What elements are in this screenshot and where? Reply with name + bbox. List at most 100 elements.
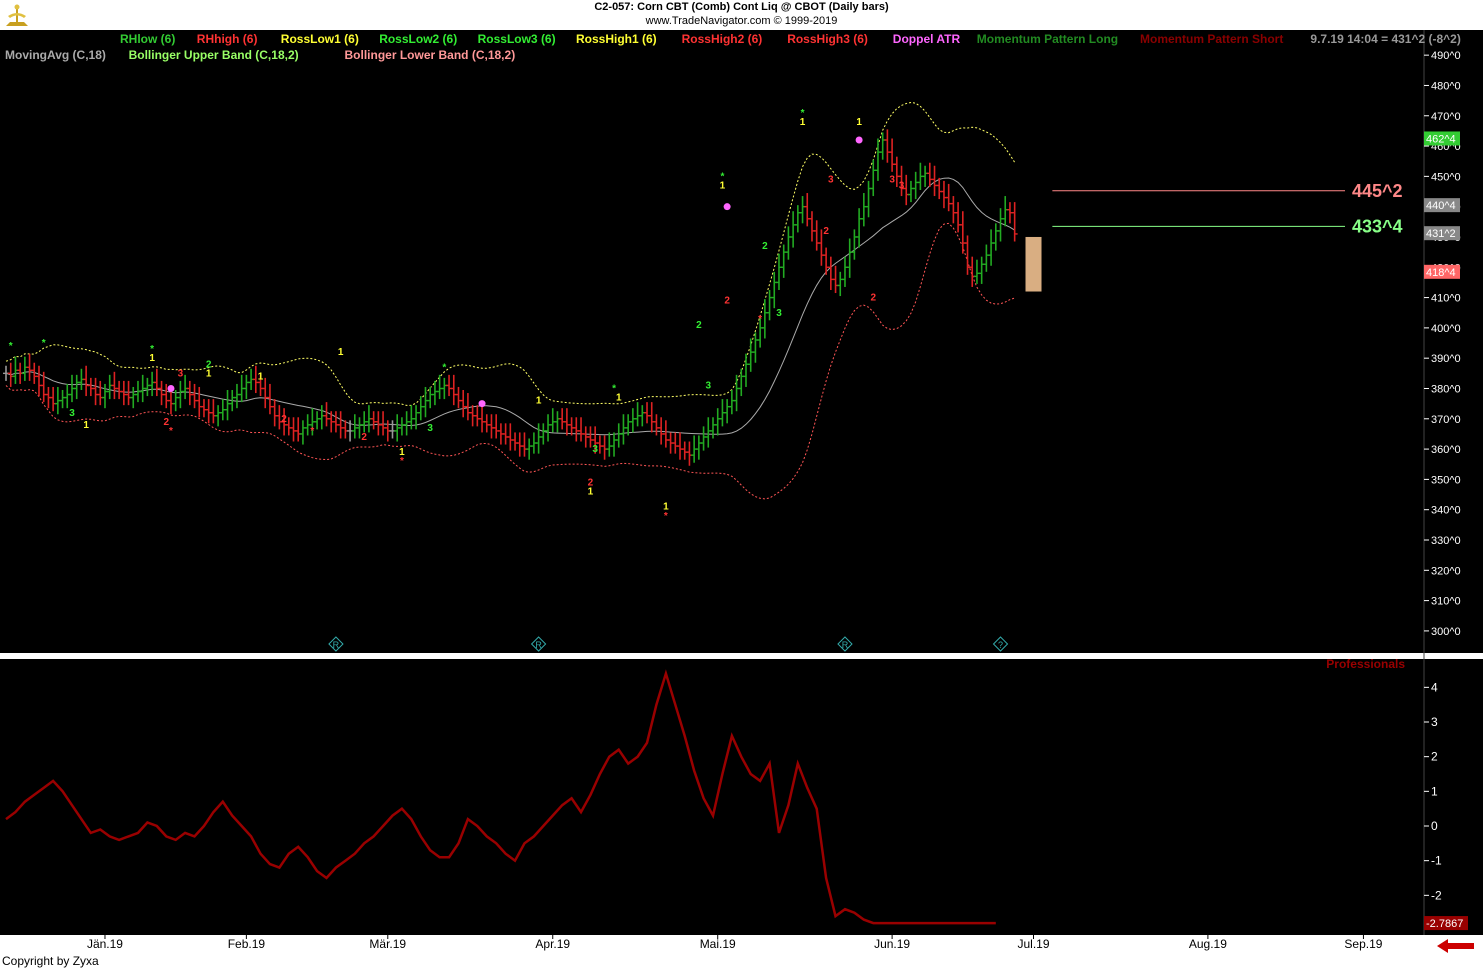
price-axis-label: 470^0 bbox=[1431, 111, 1461, 123]
legend-item: MovingAvg (C,18) bbox=[5, 48, 106, 62]
date-axis-label: Apr.19 bbox=[535, 937, 570, 951]
price-axis-label: 410^0 bbox=[1431, 293, 1461, 305]
price-axis-marker-label: 462^4 bbox=[1426, 133, 1456, 145]
event-icon-label: R bbox=[535, 640, 542, 650]
level-line-label: 433^4 bbox=[1352, 216, 1403, 236]
professionals-axis-label: 4 bbox=[1431, 680, 1438, 694]
legend-item: Bollinger Lower Band (C,18,2) bbox=[345, 48, 516, 62]
signal-marker: 3 bbox=[889, 174, 895, 185]
price-axis-marker-label: 440^4 bbox=[1426, 200, 1456, 212]
signal-marker: 2 bbox=[696, 320, 702, 331]
date-axis-label: Sep.19 bbox=[1344, 937, 1382, 951]
level-line-label: 445^2 bbox=[1352, 181, 1403, 201]
price-axis-label: 350^0 bbox=[1431, 474, 1461, 486]
signal-marker: 1 bbox=[338, 347, 344, 358]
copyright-text: Copyright by Zyxa bbox=[2, 954, 99, 968]
professionals-title: Professionals bbox=[1326, 657, 1405, 671]
professionals-axis-label: -2 bbox=[1431, 888, 1442, 902]
signal-marker: 2 bbox=[823, 226, 829, 237]
signal-marker: 1 bbox=[616, 393, 622, 404]
price-axis-label: 340^0 bbox=[1431, 505, 1461, 517]
date-axis-label: Aug.19 bbox=[1189, 937, 1227, 951]
professionals-axis-label: 1 bbox=[1431, 784, 1438, 798]
doppel-atr-dot bbox=[723, 203, 731, 211]
price-axis-marker-label: 418^4 bbox=[1426, 267, 1456, 279]
price-axis-label: 330^0 bbox=[1431, 535, 1461, 547]
price-axis-label: 450^0 bbox=[1431, 171, 1461, 183]
signal-marker: 1 bbox=[206, 368, 212, 379]
price-axis-label: 310^0 bbox=[1431, 596, 1461, 608]
signal-marker: * bbox=[442, 362, 446, 373]
legend-item: RossLow2 (6) bbox=[379, 32, 457, 46]
legend-item: 9.7.19 14:04 = 431^2 (-8^2) bbox=[1310, 32, 1460, 46]
price-axis-label: 480^0 bbox=[1431, 80, 1461, 92]
price-axis-label: 320^0 bbox=[1431, 565, 1461, 577]
momentum-pattern-short-box bbox=[1025, 236, 1042, 292]
price-axis-label: 360^0 bbox=[1431, 444, 1461, 456]
price-axis-marker-label: 431^2 bbox=[1426, 228, 1456, 240]
professionals-panel-bg bbox=[0, 659, 1424, 935]
legend-item: RossLow1 (6) bbox=[281, 32, 359, 46]
signal-marker: * bbox=[310, 426, 314, 437]
date-axis-label: Jul.19 bbox=[1017, 937, 1049, 951]
panel-separator bbox=[0, 653, 1483, 659]
date-axis-bg bbox=[0, 935, 1483, 954]
price-axis-label: 380^0 bbox=[1431, 383, 1461, 395]
signal-marker: * bbox=[400, 456, 404, 467]
signal-marker: 1 bbox=[588, 487, 594, 498]
professionals-last-value: -2.7867 bbox=[1426, 918, 1463, 930]
professionals-axis-label: 3 bbox=[1431, 715, 1438, 729]
signal-marker: 3 bbox=[69, 408, 75, 419]
signal-marker: 3 bbox=[828, 174, 834, 185]
doppel-atr-dot bbox=[855, 136, 863, 144]
event-icon-label: ? bbox=[998, 640, 1003, 650]
legend-item: Doppel ATR bbox=[893, 32, 961, 46]
legend-item: RossHigh1 (6) bbox=[576, 32, 657, 46]
signal-marker: * bbox=[758, 314, 762, 325]
signal-marker: 1 bbox=[258, 371, 264, 382]
legend-item: Momentum Pattern Long bbox=[977, 32, 1118, 46]
signal-marker: 3 bbox=[178, 368, 184, 379]
signal-marker: 2 bbox=[762, 241, 768, 252]
signal-marker: 3 bbox=[776, 308, 782, 319]
price-axis-label: 490^0 bbox=[1431, 50, 1461, 62]
professionals-axis-label: -1 bbox=[1431, 854, 1442, 868]
signal-marker: 3 bbox=[899, 180, 905, 191]
chart-header: C2-057: Corn CBT (Comb) Cont Liq @ CBOT … bbox=[0, 0, 1483, 30]
signal-marker: 2 bbox=[870, 293, 876, 304]
chart-canvas: 445^2433^4 * **1321 11*1*1*1*1 1331 2*2*21*3… bbox=[0, 30, 1483, 954]
signal-marker: 3 bbox=[427, 423, 433, 434]
date-axis-label: Jän.19 bbox=[87, 937, 123, 951]
signal-marker: 2 bbox=[281, 414, 287, 425]
legend-item: Momentum Pattern Short bbox=[1140, 32, 1283, 46]
price-panel-bg bbox=[0, 30, 1424, 653]
signal-marker: * bbox=[42, 338, 46, 349]
legend-item: RHhigh (6) bbox=[197, 32, 258, 46]
professionals-axis-label: 2 bbox=[1431, 750, 1438, 764]
signal-marker: 3 bbox=[706, 380, 712, 391]
price-axis-label: 300^0 bbox=[1431, 626, 1461, 638]
date-axis-label: Mai.19 bbox=[700, 937, 736, 951]
signal-marker: 1 bbox=[83, 420, 89, 431]
price-axis-label: 400^0 bbox=[1431, 323, 1461, 335]
legend-item: RossHigh3 (6) bbox=[787, 32, 868, 46]
signal-marker: * bbox=[169, 426, 173, 437]
doppel-atr-dot bbox=[478, 400, 486, 408]
signal-marker: 1 bbox=[536, 396, 542, 407]
chart-title: C2-057: Corn CBT (Comb) Cont Liq @ CBOT … bbox=[594, 1, 889, 13]
date-axis-label: Jun.19 bbox=[874, 937, 910, 951]
signal-marker: * bbox=[9, 341, 13, 352]
signal-marker: 2 bbox=[724, 296, 730, 307]
signal-marker: 3 bbox=[592, 444, 598, 455]
chart-source: www.TradeNavigator.com © 1999-2019 bbox=[645, 15, 838, 27]
signal-marker: 1 bbox=[720, 180, 726, 191]
signal-marker: 2 bbox=[361, 432, 367, 443]
date-axis-label: Mär.19 bbox=[369, 937, 406, 951]
legend-item: RossHigh2 (6) bbox=[682, 32, 763, 46]
signal-marker: * bbox=[664, 511, 668, 522]
signal-marker: 1 bbox=[856, 117, 862, 128]
price-axis-bg bbox=[1424, 30, 1483, 653]
event-icon-label: R bbox=[842, 640, 849, 650]
price-axis-label: 370^0 bbox=[1431, 414, 1461, 426]
event-icon-label: R bbox=[333, 640, 340, 650]
